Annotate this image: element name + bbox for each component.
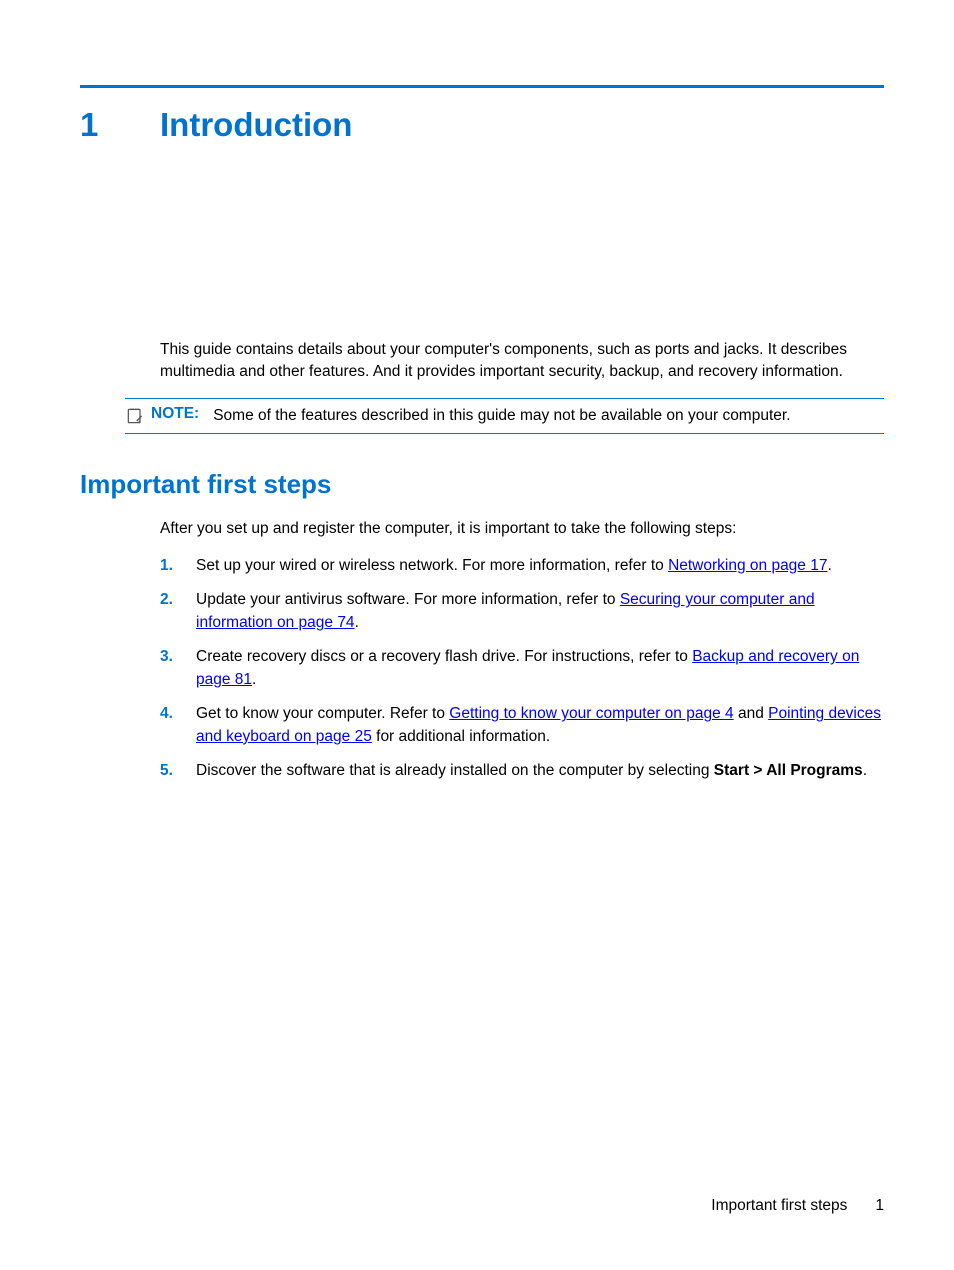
list-content: Create recovery discs or a recovery flas… <box>196 646 884 691</box>
list-content: Discover the software that is already in… <box>196 760 884 782</box>
chapter-title: Introduction <box>160 106 352 144</box>
list-text-pre: Create recovery discs or a recovery flas… <box>196 648 692 665</box>
list-text-post: . <box>863 762 867 779</box>
list-text-post: for additional information. <box>372 728 550 745</box>
list-text-post: . <box>827 557 831 574</box>
list-item: 2. Update your antivirus software. For m… <box>160 589 884 634</box>
list-number: 1. <box>160 555 196 577</box>
link-networking[interactable]: Networking on page 17 <box>668 557 827 574</box>
list-text-post: . <box>252 671 256 688</box>
bold-text: Start > All Programs <box>714 762 863 779</box>
note-icon <box>125 406 145 426</box>
list-text-pre: Update your antivirus software. For more… <box>196 591 620 608</box>
list-number: 2. <box>160 589 196 611</box>
list-number: 5. <box>160 760 196 782</box>
list-text-pre: Get to know your computer. Refer to <box>196 705 449 722</box>
note-label: NOTE: <box>151 405 199 423</box>
footer-section-text: Important first steps <box>711 1197 847 1215</box>
list-content: Update your antivirus software. For more… <box>196 589 884 634</box>
note-text: Some of the features described in this g… <box>213 405 790 427</box>
list-intro: After you set up and register the comput… <box>160 518 884 540</box>
list-item: 5. Discover the software that is already… <box>160 760 884 782</box>
list-content: Set up your wired or wireless network. F… <box>196 555 884 577</box>
intro-paragraph: This guide contains details about your c… <box>160 339 884 384</box>
list-item: 3. Create recovery discs or a recovery f… <box>160 646 884 691</box>
page-footer: Important first steps 1 <box>711 1197 884 1215</box>
footer-page-number: 1 <box>875 1197 884 1215</box>
steps-list: 1. Set up your wired or wireless network… <box>160 555 884 783</box>
link-getting-to-know[interactable]: Getting to know your computer on page 4 <box>449 705 733 722</box>
chapter-number: 1 <box>80 106 160 144</box>
chapter-heading: 1 Introduction <box>80 106 884 144</box>
list-text-pre: Set up your wired or wireless network. F… <box>196 557 668 574</box>
note-block: NOTE: Some of the features described in … <box>125 398 884 434</box>
list-item: 1. Set up your wired or wireless network… <box>160 555 884 577</box>
list-item: 4. Get to know your computer. Refer to G… <box>160 703 884 748</box>
list-text-pre: Discover the software that is already in… <box>196 762 714 779</box>
page-content: 1 Introduction This guide contains detai… <box>0 0 954 783</box>
list-text-mid: and <box>734 705 768 722</box>
list-number: 4. <box>160 703 196 725</box>
list-number: 3. <box>160 646 196 668</box>
list-text-post: . <box>355 614 359 631</box>
top-rule <box>80 85 884 88</box>
list-content: Get to know your computer. Refer to Gett… <box>196 703 884 748</box>
section-heading: Important first steps <box>80 469 884 500</box>
